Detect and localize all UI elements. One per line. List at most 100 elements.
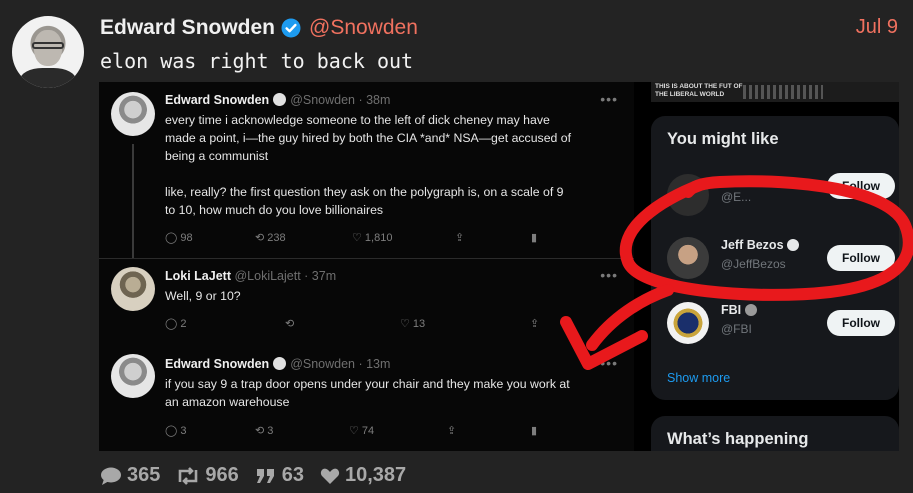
tweet-line: like, really? the first question they as…	[165, 185, 564, 199]
like-count: 1,810	[364, 232, 393, 244]
tweet-author[interactable]: Edward Snowden	[165, 357, 269, 371]
heart-icon: ♡	[400, 318, 413, 330]
tweet-author-line: Loki LaJett @LokiLajett · 37m	[165, 269, 336, 283]
tweet-author[interactable]: Loki LaJett	[165, 269, 231, 283]
heart-icon	[320, 468, 340, 484]
you-might-like-card: You might like @E... Follow Jeff Bezos @…	[651, 116, 899, 400]
suggested-account-fbi[interactable]: FBI @FBI Follow	[651, 298, 899, 346]
like-action[interactable]: ♡ 1,810	[352, 231, 392, 244]
thread-tweet-1[interactable]: Edward Snowden @Snowden · 38m ••• every t…	[99, 82, 634, 258]
right-sidebar: THIS IS ABOUT THE FUT OF THE LIBERAL WOR…	[651, 82, 899, 451]
heart-icon: ♡	[349, 425, 362, 437]
thread-tweet-2[interactable]: Loki LaJett @LokiLajett · 37m ••• Well, …	[99, 259, 634, 344]
more-options-icon[interactable]: •••	[600, 91, 618, 107]
account-handle: @FBI	[721, 322, 752, 336]
account-handle: @JeffBezos	[721, 257, 786, 271]
reply-action[interactable]: ◯ 98	[165, 231, 193, 244]
quotes-stat[interactable]: 63	[255, 464, 304, 487]
quotes-count: 63	[281, 464, 304, 486]
reply-icon: ◯	[165, 232, 181, 244]
panel-divider	[635, 82, 651, 451]
tweet-body: every time i acknowledge someone to the …	[165, 111, 620, 219]
tweet-meta: @Snowden · 38m	[290, 93, 391, 107]
retweet-action[interactable]: ⟲ 238	[255, 231, 286, 244]
account-name-row: FBI	[721, 303, 757, 317]
avatar-shirt	[20, 68, 76, 88]
tweet-avatar[interactable]	[111, 267, 155, 311]
banner-stripes	[743, 85, 823, 99]
suggested-account-jeff-bezos[interactable]: Jeff Bezos @JeffBezos Follow	[651, 233, 899, 281]
replies-stat[interactable]: 365	[100, 464, 160, 487]
analytics-icon[interactable]: ▮	[531, 231, 537, 244]
retweet-icon: ⟲	[255, 425, 268, 437]
heart-icon: ♡	[352, 232, 365, 244]
replies-count: 365	[127, 464, 161, 486]
tweet-meta: @Snowden · 13m	[290, 357, 391, 371]
tweet-line: an amazon warehouse	[165, 395, 290, 409]
verified-icon	[787, 239, 800, 251]
account-name-row: Jeff Bezos	[721, 238, 800, 252]
share-icon[interactable]: ⇪	[455, 231, 464, 244]
tweet-body: if you say 9 a trap door opens under you…	[165, 375, 620, 411]
account-avatar[interactable]	[667, 237, 709, 279]
tweet-author-line: Edward Snowden @Snowden · 13m	[165, 357, 390, 371]
account-name[interactable]: Jeff Bezos	[721, 238, 784, 252]
tweet-line: if you say 9 a trap door opens under you…	[165, 377, 570, 391]
author-name[interactable]: Edward Snowden	[100, 16, 275, 40]
tweet-avatar[interactable]	[111, 92, 155, 136]
post-date[interactable]: Jul 9	[856, 16, 898, 39]
retweet-count: 3	[267, 425, 274, 437]
retweets-stat[interactable]: 966	[176, 464, 239, 487]
tweet-line: being a communist	[165, 149, 269, 163]
tweet-line: made a point, i—the guy hired by both th…	[165, 131, 572, 145]
thread-tweet-3[interactable]: Edward Snowden @Snowden · 13m ••• if you …	[99, 344, 634, 451]
author-handle[interactable]: @Snowden	[309, 16, 418, 40]
you-might-like-title: You might like	[667, 130, 779, 148]
author-avatar[interactable]	[12, 16, 84, 88]
tweet-author-line: Edward Snowden @Snowden · 38m	[165, 93, 390, 107]
analytics-icon[interactable]: ▮	[531, 424, 537, 437]
reply-action[interactable]: ◯ 3	[165, 424, 187, 437]
likes-stat[interactable]: 10,387	[320, 464, 406, 487]
trending-banner-image[interactable]: THIS IS ABOUT THE FUT OF THE LIBERAL WOR…	[651, 82, 899, 102]
whats-happening-title: What’s happening	[667, 430, 809, 448]
like-action[interactable]: ♡ 74	[349, 424, 374, 437]
reply-action[interactable]: ◯ 2	[165, 317, 187, 330]
retweet-icon	[179, 466, 198, 485]
more-options-icon[interactable]: •••	[600, 267, 618, 283]
account-avatar[interactable]	[667, 174, 709, 216]
share-icon[interactable]: ⇪	[530, 317, 539, 330]
verified-badge-icon	[273, 93, 287, 106]
quote-icon	[256, 468, 274, 483]
embedded-screenshot[interactable]: Edward Snowden @Snowden · 38m ••• every t…	[99, 82, 899, 451]
share-icon[interactable]: ⇪	[447, 424, 456, 437]
more-options-icon[interactable]: •••	[600, 355, 618, 371]
show-more-link[interactable]: Show more	[667, 371, 730, 385]
retweets-count: 966	[205, 464, 239, 486]
verified-icon	[281, 18, 301, 38]
reply-count: 2	[180, 318, 187, 330]
follow-button[interactable]: Follow	[827, 245, 895, 271]
retweet-count: 238	[267, 232, 286, 244]
author-name-row[interactable]: Edward Snowden	[100, 16, 301, 40]
reply-count: 98	[180, 232, 193, 244]
suggested-account[interactable]: @E... Follow	[651, 170, 899, 218]
tweet-line: to 10, how much do you love billionaires	[165, 203, 384, 217]
follow-button[interactable]: Follow	[827, 310, 895, 336]
fbi-seal-icon[interactable]	[667, 302, 709, 344]
follow-button[interactable]: Follow	[827, 173, 895, 199]
tweet-meta: @LokiLajett · 37m	[234, 269, 337, 283]
tweet-avatar[interactable]	[111, 354, 155, 398]
comment-icon	[101, 467, 121, 485]
like-action[interactable]: ♡ 13	[400, 317, 425, 330]
retweet-action[interactable]: ⟲	[285, 317, 294, 330]
tweet-body: Well, 9 or 10?	[165, 287, 620, 305]
tweet-line: every time i acknowledge someone to the …	[165, 113, 550, 127]
account-name[interactable]: FBI	[721, 303, 741, 317]
like-count: 74	[361, 425, 375, 437]
tweet-author[interactable]: Edward Snowden	[165, 93, 269, 107]
retweet-action[interactable]: ⟲ 3	[255, 424, 273, 437]
retweet-icon: ⟲	[285, 318, 295, 330]
verified-icon	[744, 304, 757, 316]
